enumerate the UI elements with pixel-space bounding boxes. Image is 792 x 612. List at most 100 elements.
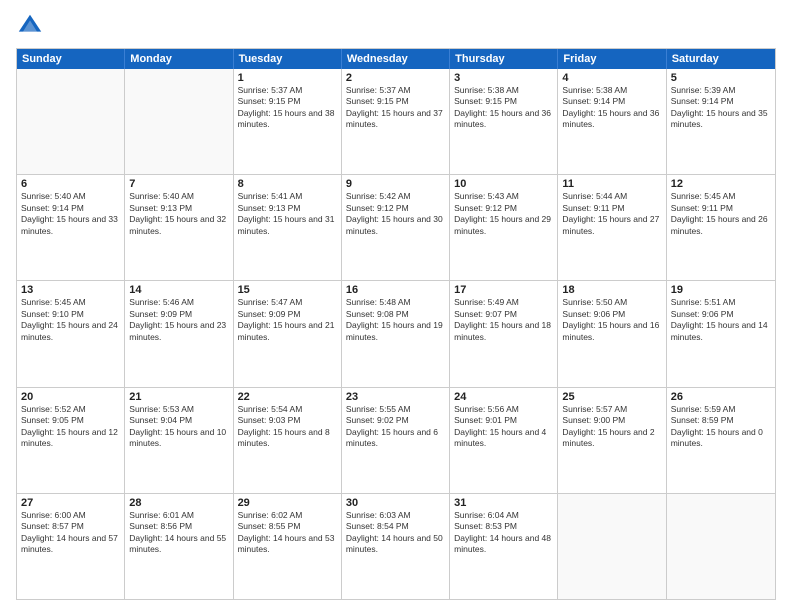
cell-detail: Sunrise: 5:51 AM Sunset: 9:06 PM Dayligh… <box>671 297 771 343</box>
calendar-row-4: 27Sunrise: 6:00 AM Sunset: 8:57 PM Dayli… <box>17 493 775 599</box>
calendar-cell: 15Sunrise: 5:47 AM Sunset: 9:09 PM Dayli… <box>234 281 342 386</box>
calendar-cell: 16Sunrise: 5:48 AM Sunset: 9:08 PM Dayli… <box>342 281 450 386</box>
cell-detail: Sunrise: 5:53 AM Sunset: 9:04 PM Dayligh… <box>129 404 228 450</box>
cell-detail: Sunrise: 5:41 AM Sunset: 9:13 PM Dayligh… <box>238 191 337 237</box>
header-cell-friday: Friday <box>558 49 666 69</box>
day-number: 9 <box>346 178 445 190</box>
cell-detail: Sunrise: 5:37 AM Sunset: 9:15 PM Dayligh… <box>346 85 445 131</box>
calendar-cell: 7Sunrise: 5:40 AM Sunset: 9:13 PM Daylig… <box>125 175 233 280</box>
calendar-cell: 2Sunrise: 5:37 AM Sunset: 9:15 PM Daylig… <box>342 69 450 174</box>
day-number: 21 <box>129 391 228 403</box>
day-number: 16 <box>346 284 445 296</box>
cell-detail: Sunrise: 5:54 AM Sunset: 9:03 PM Dayligh… <box>238 404 337 450</box>
day-number: 31 <box>454 497 553 509</box>
calendar-cell: 22Sunrise: 5:54 AM Sunset: 9:03 PM Dayli… <box>234 388 342 493</box>
calendar-cell: 25Sunrise: 5:57 AM Sunset: 9:00 PM Dayli… <box>558 388 666 493</box>
day-number: 25 <box>562 391 661 403</box>
calendar-cell: 3Sunrise: 5:38 AM Sunset: 9:15 PM Daylig… <box>450 69 558 174</box>
calendar-cell: 5Sunrise: 5:39 AM Sunset: 9:14 PM Daylig… <box>667 69 775 174</box>
calendar-row-1: 6Sunrise: 5:40 AM Sunset: 9:14 PM Daylig… <box>17 174 775 280</box>
day-number: 13 <box>21 284 120 296</box>
header-cell-saturday: Saturday <box>667 49 775 69</box>
cell-detail: Sunrise: 6:02 AM Sunset: 8:55 PM Dayligh… <box>238 510 337 556</box>
cell-detail: Sunrise: 5:52 AM Sunset: 9:05 PM Dayligh… <box>21 404 120 450</box>
cell-detail: Sunrise: 6:01 AM Sunset: 8:56 PM Dayligh… <box>129 510 228 556</box>
day-number: 10 <box>454 178 553 190</box>
calendar-row-2: 13Sunrise: 5:45 AM Sunset: 9:10 PM Dayli… <box>17 280 775 386</box>
cell-detail: Sunrise: 5:44 AM Sunset: 9:11 PM Dayligh… <box>562 191 661 237</box>
day-number: 12 <box>671 178 771 190</box>
calendar-body: 1Sunrise: 5:37 AM Sunset: 9:15 PM Daylig… <box>17 69 775 599</box>
cell-detail: Sunrise: 5:56 AM Sunset: 9:01 PM Dayligh… <box>454 404 553 450</box>
header-cell-sunday: Sunday <box>17 49 125 69</box>
day-number: 11 <box>562 178 661 190</box>
calendar-cell: 31Sunrise: 6:04 AM Sunset: 8:53 PM Dayli… <box>450 494 558 599</box>
day-number: 20 <box>21 391 120 403</box>
cell-detail: Sunrise: 5:40 AM Sunset: 9:14 PM Dayligh… <box>21 191 120 237</box>
calendar-cell: 29Sunrise: 6:02 AM Sunset: 8:55 PM Dayli… <box>234 494 342 599</box>
calendar-cell: 26Sunrise: 5:59 AM Sunset: 8:59 PM Dayli… <box>667 388 775 493</box>
calendar: SundayMondayTuesdayWednesdayThursdayFrid… <box>16 48 776 600</box>
cell-detail: Sunrise: 5:55 AM Sunset: 9:02 PM Dayligh… <box>346 404 445 450</box>
calendar-cell: 20Sunrise: 5:52 AM Sunset: 9:05 PM Dayli… <box>17 388 125 493</box>
day-number: 6 <box>21 178 120 190</box>
cell-detail: Sunrise: 5:38 AM Sunset: 9:14 PM Dayligh… <box>562 85 661 131</box>
calendar-cell: 21Sunrise: 5:53 AM Sunset: 9:04 PM Dayli… <box>125 388 233 493</box>
calendar-cell <box>125 69 233 174</box>
calendar-cell: 11Sunrise: 5:44 AM Sunset: 9:11 PM Dayli… <box>558 175 666 280</box>
cell-detail: Sunrise: 5:50 AM Sunset: 9:06 PM Dayligh… <box>562 297 661 343</box>
cell-detail: Sunrise: 5:45 AM Sunset: 9:10 PM Dayligh… <box>21 297 120 343</box>
header <box>16 12 776 40</box>
cell-detail: Sunrise: 5:59 AM Sunset: 8:59 PM Dayligh… <box>671 404 771 450</box>
day-number: 26 <box>671 391 771 403</box>
day-number: 7 <box>129 178 228 190</box>
calendar-cell: 9Sunrise: 5:42 AM Sunset: 9:12 PM Daylig… <box>342 175 450 280</box>
calendar-cell <box>558 494 666 599</box>
day-number: 1 <box>238 72 337 84</box>
cell-detail: Sunrise: 6:03 AM Sunset: 8:54 PM Dayligh… <box>346 510 445 556</box>
cell-detail: Sunrise: 5:48 AM Sunset: 9:08 PM Dayligh… <box>346 297 445 343</box>
calendar-cell: 10Sunrise: 5:43 AM Sunset: 9:12 PM Dayli… <box>450 175 558 280</box>
cell-detail: Sunrise: 5:40 AM Sunset: 9:13 PM Dayligh… <box>129 191 228 237</box>
cell-detail: Sunrise: 5:46 AM Sunset: 9:09 PM Dayligh… <box>129 297 228 343</box>
cell-detail: Sunrise: 5:42 AM Sunset: 9:12 PM Dayligh… <box>346 191 445 237</box>
calendar-cell: 19Sunrise: 5:51 AM Sunset: 9:06 PM Dayli… <box>667 281 775 386</box>
day-number: 5 <box>671 72 771 84</box>
header-cell-monday: Monday <box>125 49 233 69</box>
cell-detail: Sunrise: 5:47 AM Sunset: 9:09 PM Dayligh… <box>238 297 337 343</box>
calendar-row-0: 1Sunrise: 5:37 AM Sunset: 9:15 PM Daylig… <box>17 69 775 174</box>
header-cell-wednesday: Wednesday <box>342 49 450 69</box>
day-number: 24 <box>454 391 553 403</box>
header-cell-tuesday: Tuesday <box>234 49 342 69</box>
cell-detail: Sunrise: 5:37 AM Sunset: 9:15 PM Dayligh… <box>238 85 337 131</box>
header-cell-thursday: Thursday <box>450 49 558 69</box>
day-number: 3 <box>454 72 553 84</box>
day-number: 14 <box>129 284 228 296</box>
calendar-cell <box>667 494 775 599</box>
cell-detail: Sunrise: 6:04 AM Sunset: 8:53 PM Dayligh… <box>454 510 553 556</box>
calendar-cell: 8Sunrise: 5:41 AM Sunset: 9:13 PM Daylig… <box>234 175 342 280</box>
calendar-cell: 23Sunrise: 5:55 AM Sunset: 9:02 PM Dayli… <box>342 388 450 493</box>
calendar-header-row: SundayMondayTuesdayWednesdayThursdayFrid… <box>17 49 775 69</box>
logo <box>16 12 48 40</box>
calendar-cell: 28Sunrise: 6:01 AM Sunset: 8:56 PM Dayli… <box>125 494 233 599</box>
day-number: 29 <box>238 497 337 509</box>
page: SundayMondayTuesdayWednesdayThursdayFrid… <box>0 0 792 612</box>
day-number: 4 <box>562 72 661 84</box>
day-number: 18 <box>562 284 661 296</box>
day-number: 30 <box>346 497 445 509</box>
day-number: 22 <box>238 391 337 403</box>
day-number: 17 <box>454 284 553 296</box>
day-number: 15 <box>238 284 337 296</box>
calendar-cell: 4Sunrise: 5:38 AM Sunset: 9:14 PM Daylig… <box>558 69 666 174</box>
calendar-cell: 12Sunrise: 5:45 AM Sunset: 9:11 PM Dayli… <box>667 175 775 280</box>
calendar-cell: 14Sunrise: 5:46 AM Sunset: 9:09 PM Dayli… <box>125 281 233 386</box>
cell-detail: Sunrise: 5:57 AM Sunset: 9:00 PM Dayligh… <box>562 404 661 450</box>
calendar-cell <box>17 69 125 174</box>
calendar-cell: 18Sunrise: 5:50 AM Sunset: 9:06 PM Dayli… <box>558 281 666 386</box>
day-number: 19 <box>671 284 771 296</box>
cell-detail: Sunrise: 6:00 AM Sunset: 8:57 PM Dayligh… <box>21 510 120 556</box>
logo-icon <box>16 12 44 40</box>
day-number: 8 <box>238 178 337 190</box>
day-number: 27 <box>21 497 120 509</box>
